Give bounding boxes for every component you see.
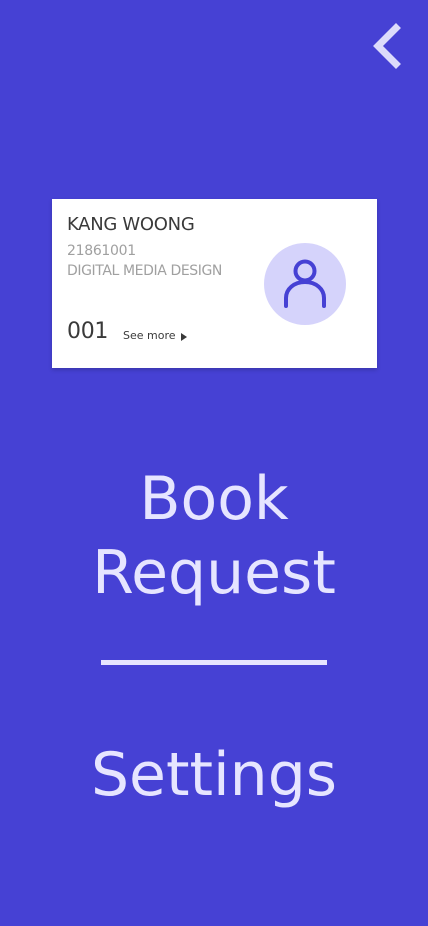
triangle-right-icon xyxy=(180,332,187,341)
chevron-left-icon xyxy=(373,23,401,69)
department: DIGITAL MEDIA DESIGN xyxy=(67,263,223,279)
see-more-label: See more xyxy=(123,329,176,342)
profile-name: KANG WOONG xyxy=(67,214,195,235)
profile-card: KANG WOONG 21861001 DIGITAL MEDIA DESIGN… xyxy=(52,199,377,368)
user-icon xyxy=(284,259,326,308)
see-more-link[interactable]: See more xyxy=(123,329,187,342)
avatar xyxy=(264,243,346,325)
book-request-menu-item[interactable]: Book Request xyxy=(0,462,428,610)
book-request-label-line2: Request xyxy=(92,538,336,608)
settings-menu-item[interactable]: Settings xyxy=(0,738,428,812)
menu-divider xyxy=(101,660,327,665)
book-request-label-line1: Book xyxy=(139,464,289,534)
settings-label: Settings xyxy=(90,740,338,810)
back-button[interactable] xyxy=(366,22,410,70)
member-number: 001 xyxy=(67,319,109,344)
student-id: 21861001 xyxy=(67,243,136,259)
